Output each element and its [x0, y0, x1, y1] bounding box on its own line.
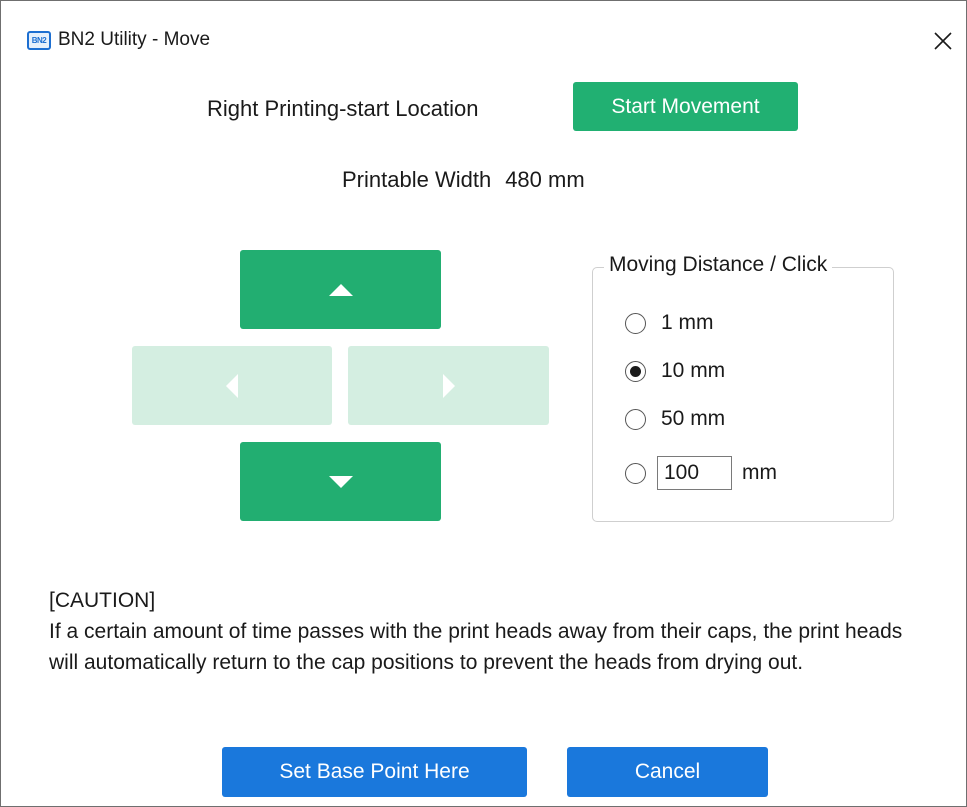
radio-label: 50 mm [661, 407, 726, 430]
close-button[interactable] [925, 23, 961, 59]
custom-distance-input[interactable] [657, 456, 732, 490]
set-base-point-button[interactable]: Set Base Point Here [222, 747, 527, 797]
caution-heading: [CAUTION] [49, 589, 156, 612]
bn2-app-icon: BN2 [27, 31, 51, 50]
title-bar: BN2 BN2 Utility - Move [1, 1, 966, 50]
triangle-right-icon [442, 373, 455, 398]
start-movement-button[interactable]: Start Movement [573, 82, 798, 131]
location-label: Right Printing-start Location [207, 96, 479, 121]
distance-option-1mm[interactable]: 1 mm [625, 311, 714, 335]
caution-notice: [CAUTION] If a certain amount of time pa… [49, 585, 929, 678]
radio-label: 1 mm [661, 311, 714, 334]
caution-body: If a certain amount of time passes with … [49, 620, 903, 674]
move-dialog: BN2 BN2 Utility - Move Right Printing-st… [0, 0, 967, 807]
move-right-button[interactable] [348, 346, 549, 425]
window-title: BN2 Utility - Move [58, 29, 211, 50]
triangle-up-icon [328, 283, 353, 296]
moving-distance-title: Moving Distance / Click [604, 253, 833, 277]
radio-50mm[interactable] [625, 408, 646, 430]
move-down-button[interactable] [240, 442, 441, 521]
triangle-left-icon [226, 373, 238, 398]
move-left-button[interactable] [132, 346, 332, 425]
custom-distance-unit: mm [742, 461, 777, 484]
distance-option-custom[interactable]: mm [625, 456, 777, 490]
radio-10mm[interactable] [625, 360, 646, 382]
printable-width-value: 480 mm [505, 167, 585, 192]
radio-1mm[interactable] [625, 312, 646, 334]
radio-custom[interactable] [625, 462, 646, 484]
triangle-down-icon [328, 475, 353, 488]
printable-width: Printable Width 480 mm [342, 167, 585, 193]
radio-label: 10 mm [661, 359, 726, 382]
distance-option-10mm[interactable]: 10 mm [625, 359, 725, 383]
distance-option-50mm[interactable]: 50 mm [625, 407, 725, 431]
close-icon [934, 32, 952, 50]
printable-width-label: Printable Width [342, 167, 492, 192]
cancel-button[interactable]: Cancel [567, 747, 768, 797]
move-up-button[interactable] [240, 250, 441, 329]
